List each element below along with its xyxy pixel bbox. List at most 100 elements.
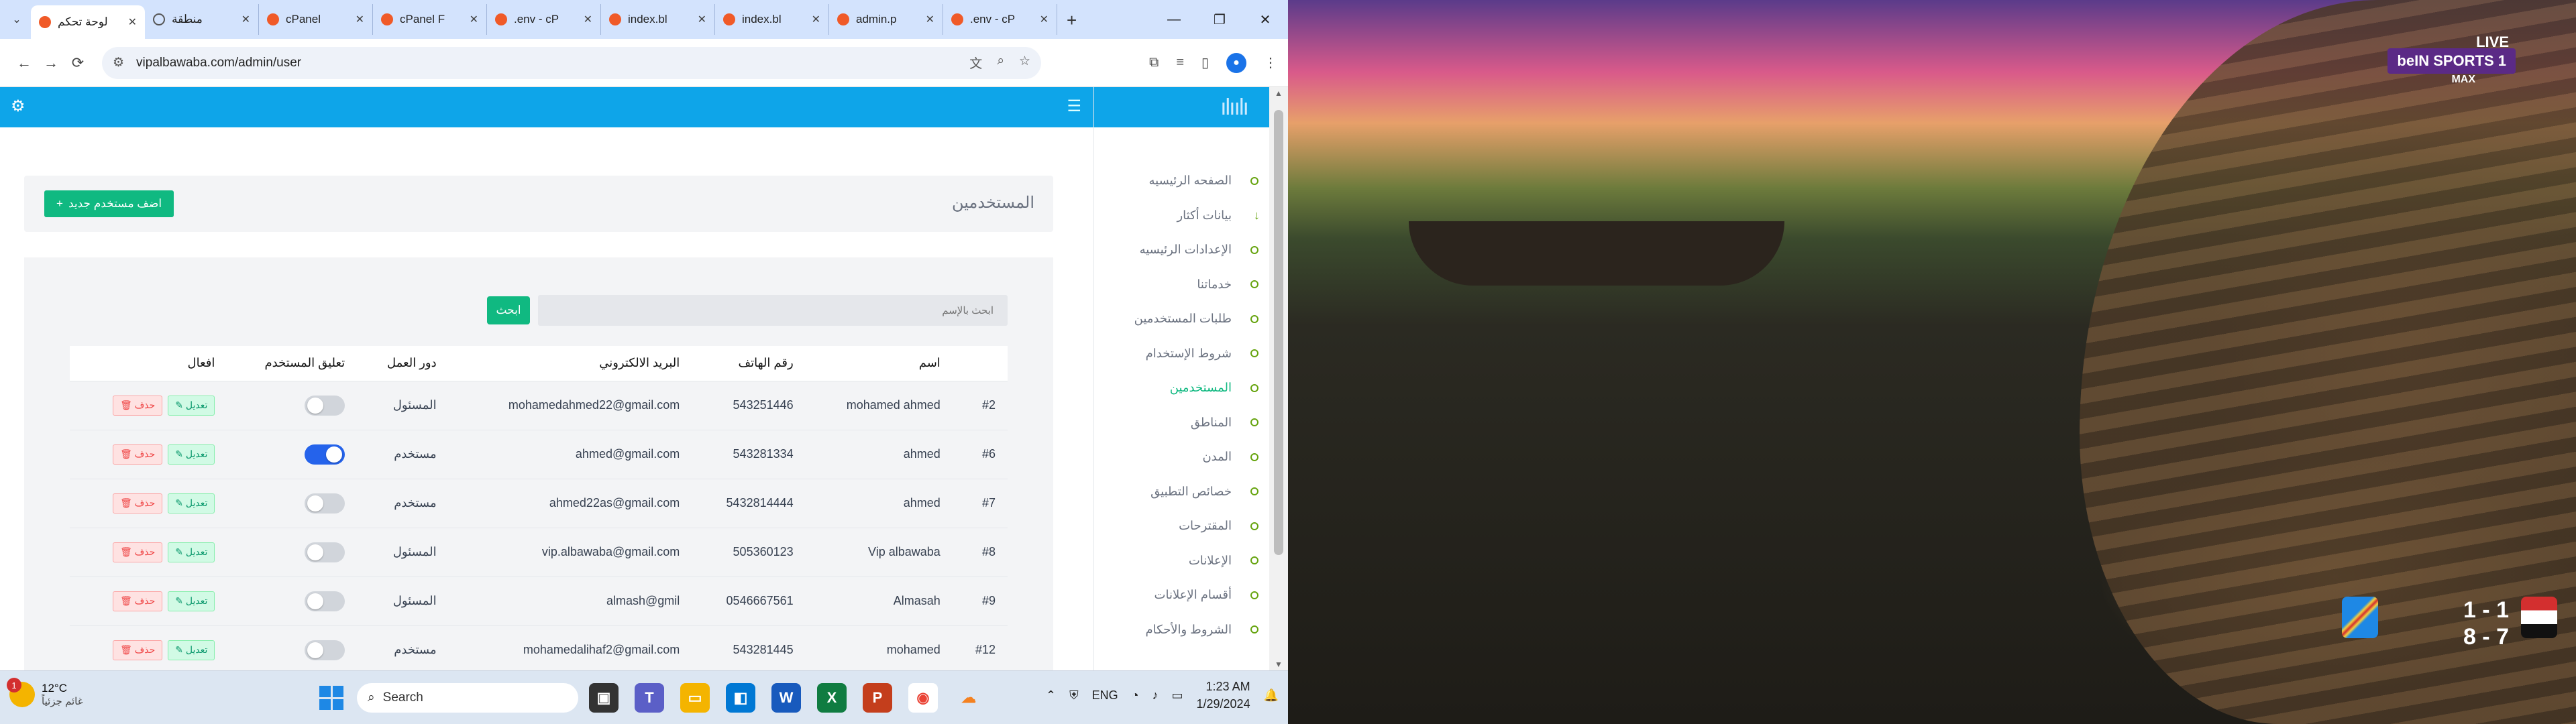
volume-icon[interactable]: ♪ [1152, 688, 1158, 703]
delete-button[interactable]: 🗑 حذف [113, 444, 163, 465]
edit-button[interactable]: ✎ تعديل [168, 542, 215, 562]
tab-close-icon[interactable]: ✕ [356, 13, 364, 26]
back-icon[interactable]: ← [11, 54, 38, 72]
menu-kebab-icon[interactable]: ⋮ [1264, 54, 1277, 71]
sidebar-item[interactable]: المستخدمين [1094, 371, 1272, 406]
tab-close-icon[interactable]: ✕ [584, 13, 592, 26]
browser-tab[interactable]: cPanel ✕ [259, 4, 373, 35]
excel-icon[interactable]: X [817, 683, 847, 713]
url-bar[interactable]: ⚙ vipalbawaba.com/admin/user 文 ⌕ ☆ [102, 46, 1041, 79]
profile-avatar[interactable]: ● [1226, 52, 1246, 73]
delete-button[interactable]: 🗑 حذف [113, 640, 163, 660]
tab-search-button[interactable]: ⌄ [7, 9, 27, 29]
sidebar-item[interactable]: ↓ بيانات أكثار [1094, 198, 1269, 233]
browser-tab[interactable]: منطقة ✕ [145, 4, 259, 35]
media-icon[interactable]: ≡ [1176, 55, 1184, 70]
suspend-toggle[interactable] [305, 493, 345, 514]
sidebar-item[interactable]: المدن [1094, 440, 1269, 475]
delete-button[interactable]: 🗑 حذف [113, 395, 163, 416]
taskbar-search[interactable]: ⌕ Search [357, 683, 578, 713]
scroll-thumb[interactable] [1274, 110, 1283, 555]
start-icon[interactable] [319, 686, 343, 710]
sidebar-item[interactable]: خصائص التطبيق [1094, 475, 1269, 509]
sidebar-item[interactable]: الإعدادات الرئيسيه [1094, 233, 1269, 267]
new-tab-button[interactable]: + [1057, 10, 1086, 31]
tab-close-icon[interactable]: ✕ [128, 15, 137, 29]
browser-tab[interactable]: لوحة تحكم ✕ [31, 5, 145, 39]
suspend-toggle[interactable] [305, 542, 345, 562]
suspend-toggle[interactable] [305, 395, 345, 416]
page-scrollbar[interactable]: ▲ ▼ [1269, 87, 1288, 670]
suspend-toggle[interactable] [305, 444, 345, 465]
edit-button[interactable]: ✎ تعديل [168, 640, 215, 660]
teams-icon[interactable]: T [635, 683, 664, 713]
scroll-down-icon[interactable]: ▼ [1275, 660, 1283, 669]
tab-close-icon[interactable]: ✕ [1040, 13, 1049, 26]
file-explorer-icon[interactable]: ▭ [680, 683, 710, 713]
app-logo[interactable]: ılıılı [1094, 87, 1269, 127]
suspend-toggle[interactable] [305, 591, 345, 611]
forward-icon[interactable]: → [38, 54, 64, 72]
weather-widget[interactable]: 1 12°C غائم جزئياً [7, 678, 83, 707]
tray-chevron-icon[interactable]: ⌃ [1046, 688, 1056, 703]
sidebar-item[interactable]: شروط الإستخدام [1094, 337, 1269, 371]
clock[interactable]: 1:23 AM 1/29/2024 [1197, 678, 1250, 713]
tab-close-icon[interactable]: ✕ [241, 13, 250, 26]
reload-icon[interactable]: ⟳ [64, 54, 91, 72]
side-panel-icon[interactable]: ▯ [1201, 54, 1209, 71]
word-icon[interactable]: W [771, 683, 801, 713]
video-player[interactable]: LIVE beIN SPORTS 1 MAX 1 - 1 8 - 7 [1288, 0, 2576, 724]
language-indicator[interactable]: ENG [1092, 688, 1118, 703]
wifi-icon[interactable]: ◔ [1132, 688, 1139, 703]
scroll-up-icon[interactable]: ▲ [1275, 88, 1283, 98]
powerpoint-icon[interactable]: P [863, 683, 892, 713]
search-button[interactable]: ابحث [487, 296, 530, 324]
edit-button[interactable]: ✎ تعديل [168, 591, 215, 611]
sidebar-item[interactable]: الشروط والأحكام [1094, 613, 1269, 648]
delete-button[interactable]: 🗑 حذف [113, 591, 163, 611]
tab-close-icon[interactable]: ✕ [926, 13, 934, 26]
sidebar-item[interactable]: المناطق [1094, 406, 1269, 440]
task-view-icon[interactable]: ▣ [589, 683, 619, 713]
tab-close-icon[interactable]: ✕ [812, 13, 820, 26]
sidebar-item[interactable]: خدماتنا [1094, 267, 1269, 302]
close-window-icon[interactable]: ✕ [1242, 0, 1288, 39]
sidebar-item[interactable]: طلبات المستخدمين [1094, 302, 1269, 337]
tab-close-icon[interactable]: ✕ [470, 13, 478, 26]
sidebar-item[interactable]: الإعلانات [1094, 544, 1269, 579]
edit-button[interactable]: ✎ تعديل [168, 493, 215, 514]
sidebar-item[interactable]: أقسام الإعلانات [1094, 578, 1269, 613]
minimize-icon[interactable]: — [1151, 0, 1197, 39]
bookmark-star-icon[interactable]: ☆ [1019, 54, 1030, 72]
zoom-icon[interactable]: ⌕ [997, 54, 1004, 72]
delete-button[interactable]: 🗑 حذف [113, 542, 163, 562]
restore-icon[interactable]: ❐ [1197, 0, 1242, 39]
browser-tab[interactable]: .env - cP ✕ [487, 4, 601, 35]
suspend-toggle[interactable] [305, 640, 345, 660]
settings-gear-icon[interactable]: ⚙ [11, 97, 25, 116]
add-user-button[interactable]: + اضف مستخدم جديد [44, 190, 174, 217]
tab-close-icon[interactable]: ✕ [698, 13, 706, 26]
edit-button[interactable]: ✎ تعديل [168, 395, 215, 416]
menu-toggle-icon[interactable]: ☰ [1067, 97, 1081, 116]
browser-tab[interactable]: index.bl ✕ [601, 4, 715, 35]
sidebar-item[interactable]: المقترحات [1094, 509, 1269, 544]
browser-tab[interactable]: admin.p ✕ [829, 4, 943, 35]
network-security-icon[interactable]: ⛨ [1069, 688, 1079, 703]
cell-name: Vip albawaba [805, 528, 953, 577]
chrome-icon[interactable]: ◉ [908, 683, 938, 713]
battery-icon[interactable]: ▭ [1171, 688, 1183, 703]
cloud-icon[interactable]: ☁ [954, 683, 983, 713]
browser-tab[interactable]: .env - cP ✕ [943, 4, 1057, 35]
notification-bell-icon[interactable]: 🔔 [1264, 688, 1279, 703]
translate-icon[interactable]: 文 [969, 54, 982, 72]
store-icon[interactable]: ◧ [726, 683, 755, 713]
site-info-icon[interactable]: ⚙ [113, 55, 124, 70]
sidebar-item[interactable]: الصفحه الرئيسيه [1094, 164, 1269, 198]
extensions-icon[interactable]: ⧉ [1149, 55, 1159, 70]
delete-button[interactable]: 🗑 حذف [113, 493, 163, 514]
browser-tab[interactable]: index.bl ✕ [715, 4, 829, 35]
edit-button[interactable]: ✎ تعديل [168, 444, 215, 465]
search-input[interactable] [538, 295, 1008, 326]
browser-tab[interactable]: cPanel F ✕ [373, 4, 487, 35]
